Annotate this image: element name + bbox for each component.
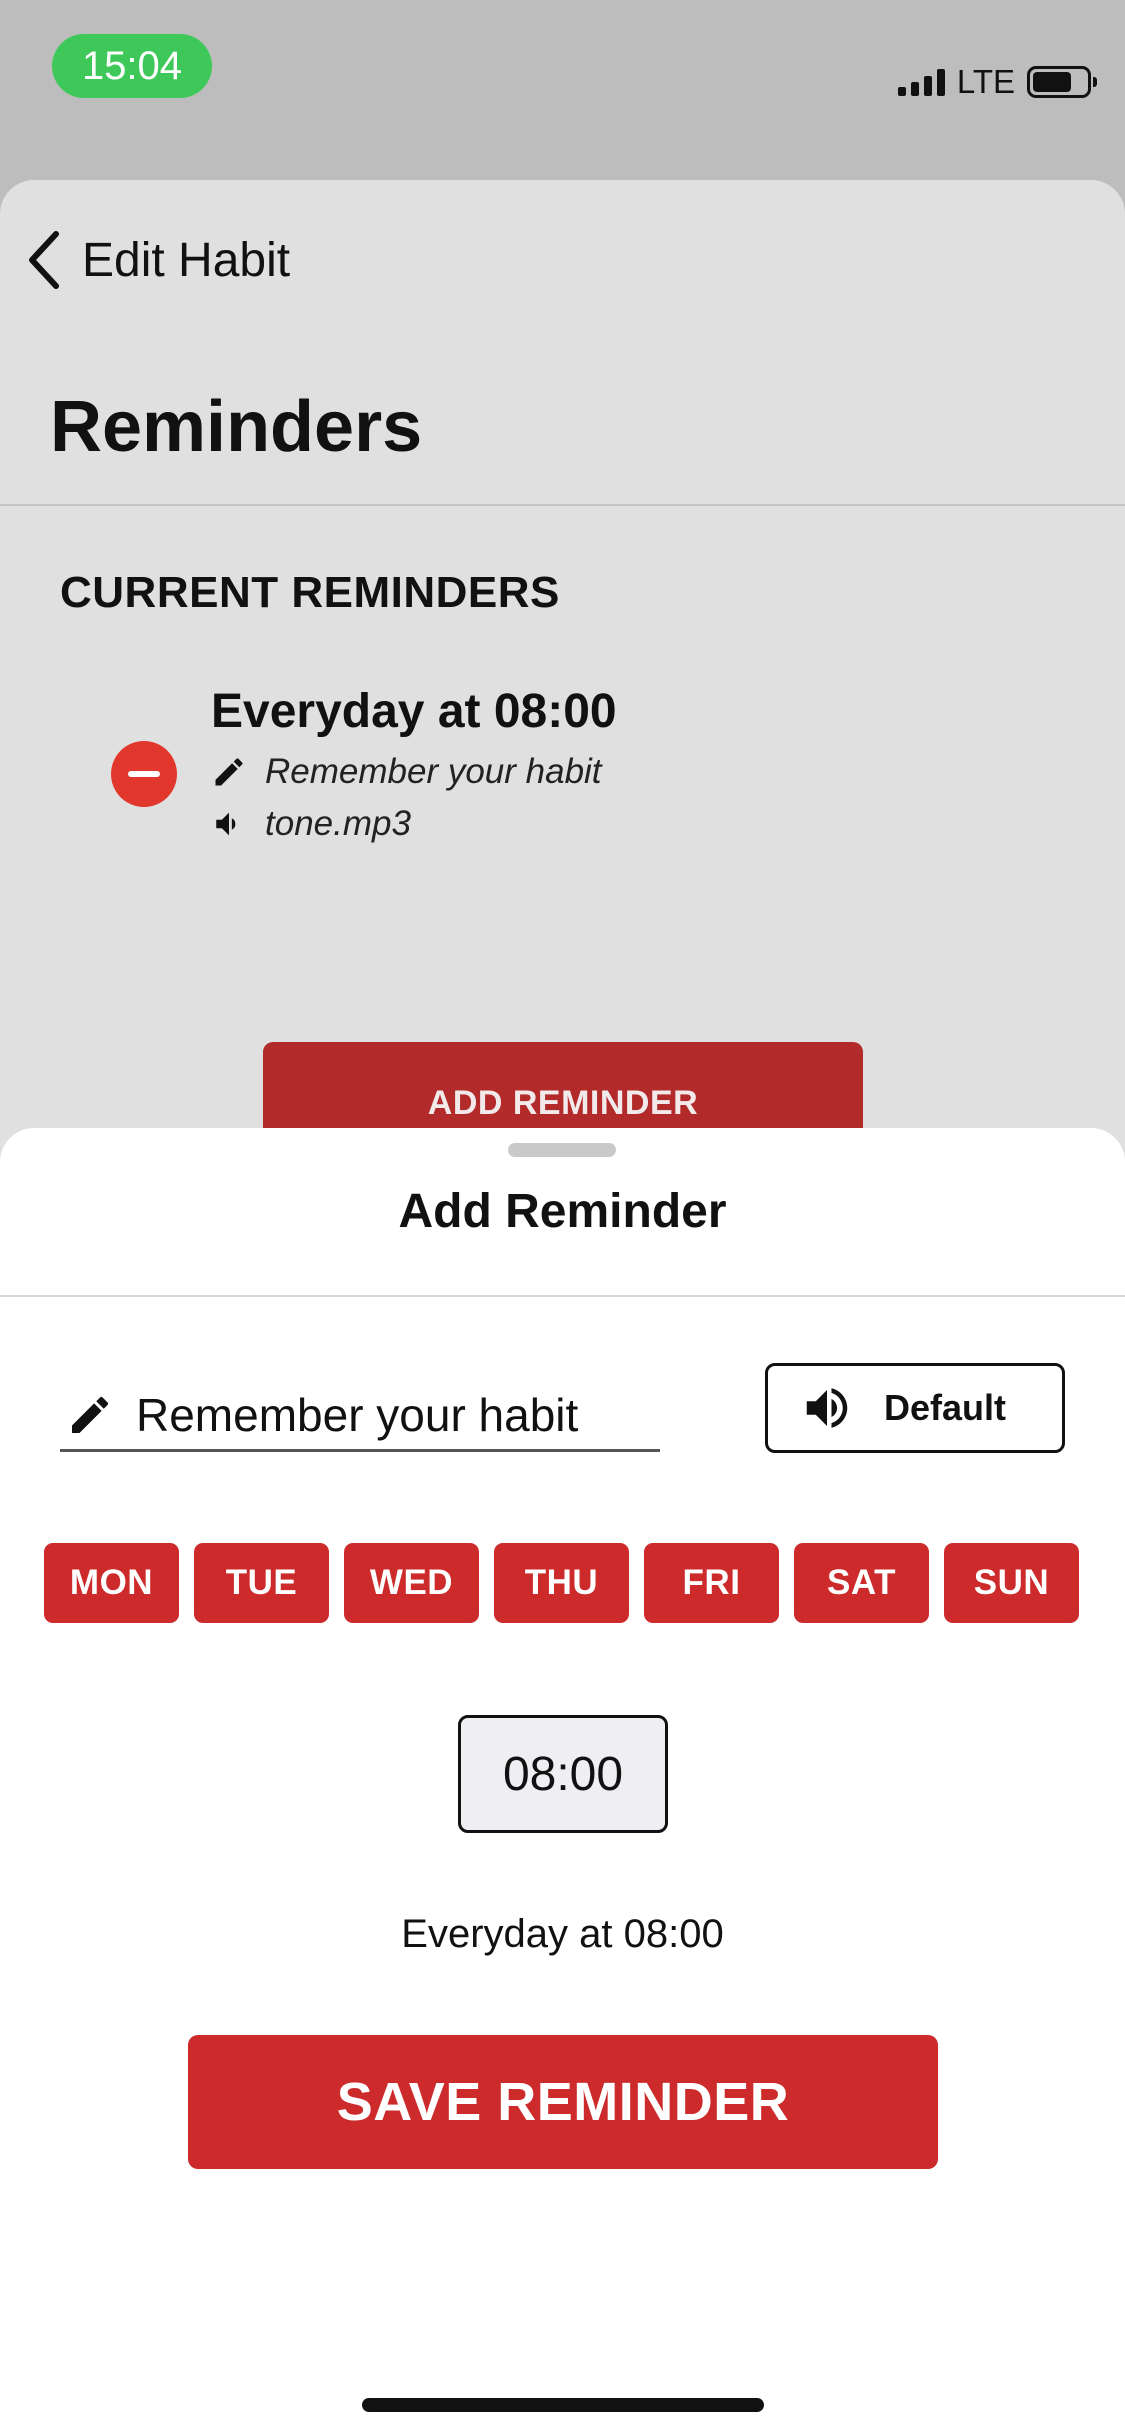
minus-icon bbox=[128, 771, 160, 777]
back-button[interactable]: Edit Habit bbox=[24, 230, 290, 290]
day-toggle-mon[interactable]: MON bbox=[44, 1543, 179, 1623]
section-heading: CURRENT REMINDERS bbox=[60, 568, 560, 617]
day-toggle-fri[interactable]: FRI bbox=[644, 1543, 779, 1623]
remove-reminder-button[interactable] bbox=[111, 741, 177, 807]
reminder-title[interactable]: Everyday at 08:00 bbox=[211, 684, 617, 739]
day-toggle-tue[interactable]: TUE bbox=[194, 1543, 329, 1623]
battery-icon bbox=[1027, 66, 1097, 98]
save-reminder-button[interactable]: SAVE REMINDER bbox=[188, 2035, 938, 2169]
reminder-message-row: Remember your habit bbox=[211, 752, 602, 792]
sheet-grabber[interactable] bbox=[508, 1143, 616, 1157]
day-toggle-thu[interactable]: THU bbox=[494, 1543, 629, 1623]
sheet-title: Add Reminder bbox=[398, 1185, 727, 1238]
pencil-icon bbox=[72, 1396, 109, 1433]
network-type: LTE bbox=[956, 63, 1015, 100]
day-toggle-sun[interactable]: SUN bbox=[944, 1543, 1079, 1623]
cellular-signal-icon bbox=[897, 68, 945, 96]
speaker-icon bbox=[216, 812, 236, 836]
sound-label: Default bbox=[884, 1387, 1007, 1428]
sound-select-button[interactable]: Default bbox=[765, 1363, 1065, 1453]
page-title: Reminders bbox=[50, 387, 423, 467]
time-picker[interactable]: 08:00 bbox=[458, 1715, 668, 1833]
pencil-icon bbox=[215, 758, 243, 786]
status-time: 15:04 bbox=[52, 34, 212, 98]
weekday-selector: MON TUE WED THU FRI SAT SUN bbox=[44, 1543, 1079, 1623]
divider bbox=[0, 1295, 1125, 1297]
divider bbox=[0, 504, 1125, 506]
home-indicator[interactable] bbox=[362, 2398, 764, 2412]
reminder-sound-row: tone.mp3 bbox=[211, 804, 411, 844]
status-indicators: LTE bbox=[897, 62, 1097, 102]
message-input[interactable] bbox=[136, 1387, 646, 1442]
message-field[interactable] bbox=[60, 1380, 660, 1452]
speaker-icon bbox=[806, 1388, 848, 1428]
reminder-summary: Everyday at 08:00 bbox=[401, 1912, 724, 1956]
reminder-message: Remember your habit bbox=[265, 752, 602, 791]
day-toggle-wed[interactable]: WED bbox=[344, 1543, 479, 1623]
chevron-left-icon bbox=[29, 231, 59, 289]
back-label: Edit Habit bbox=[82, 233, 291, 287]
reminder-sound: tone.mp3 bbox=[265, 804, 411, 843]
day-toggle-sat[interactable]: SAT bbox=[794, 1543, 929, 1623]
